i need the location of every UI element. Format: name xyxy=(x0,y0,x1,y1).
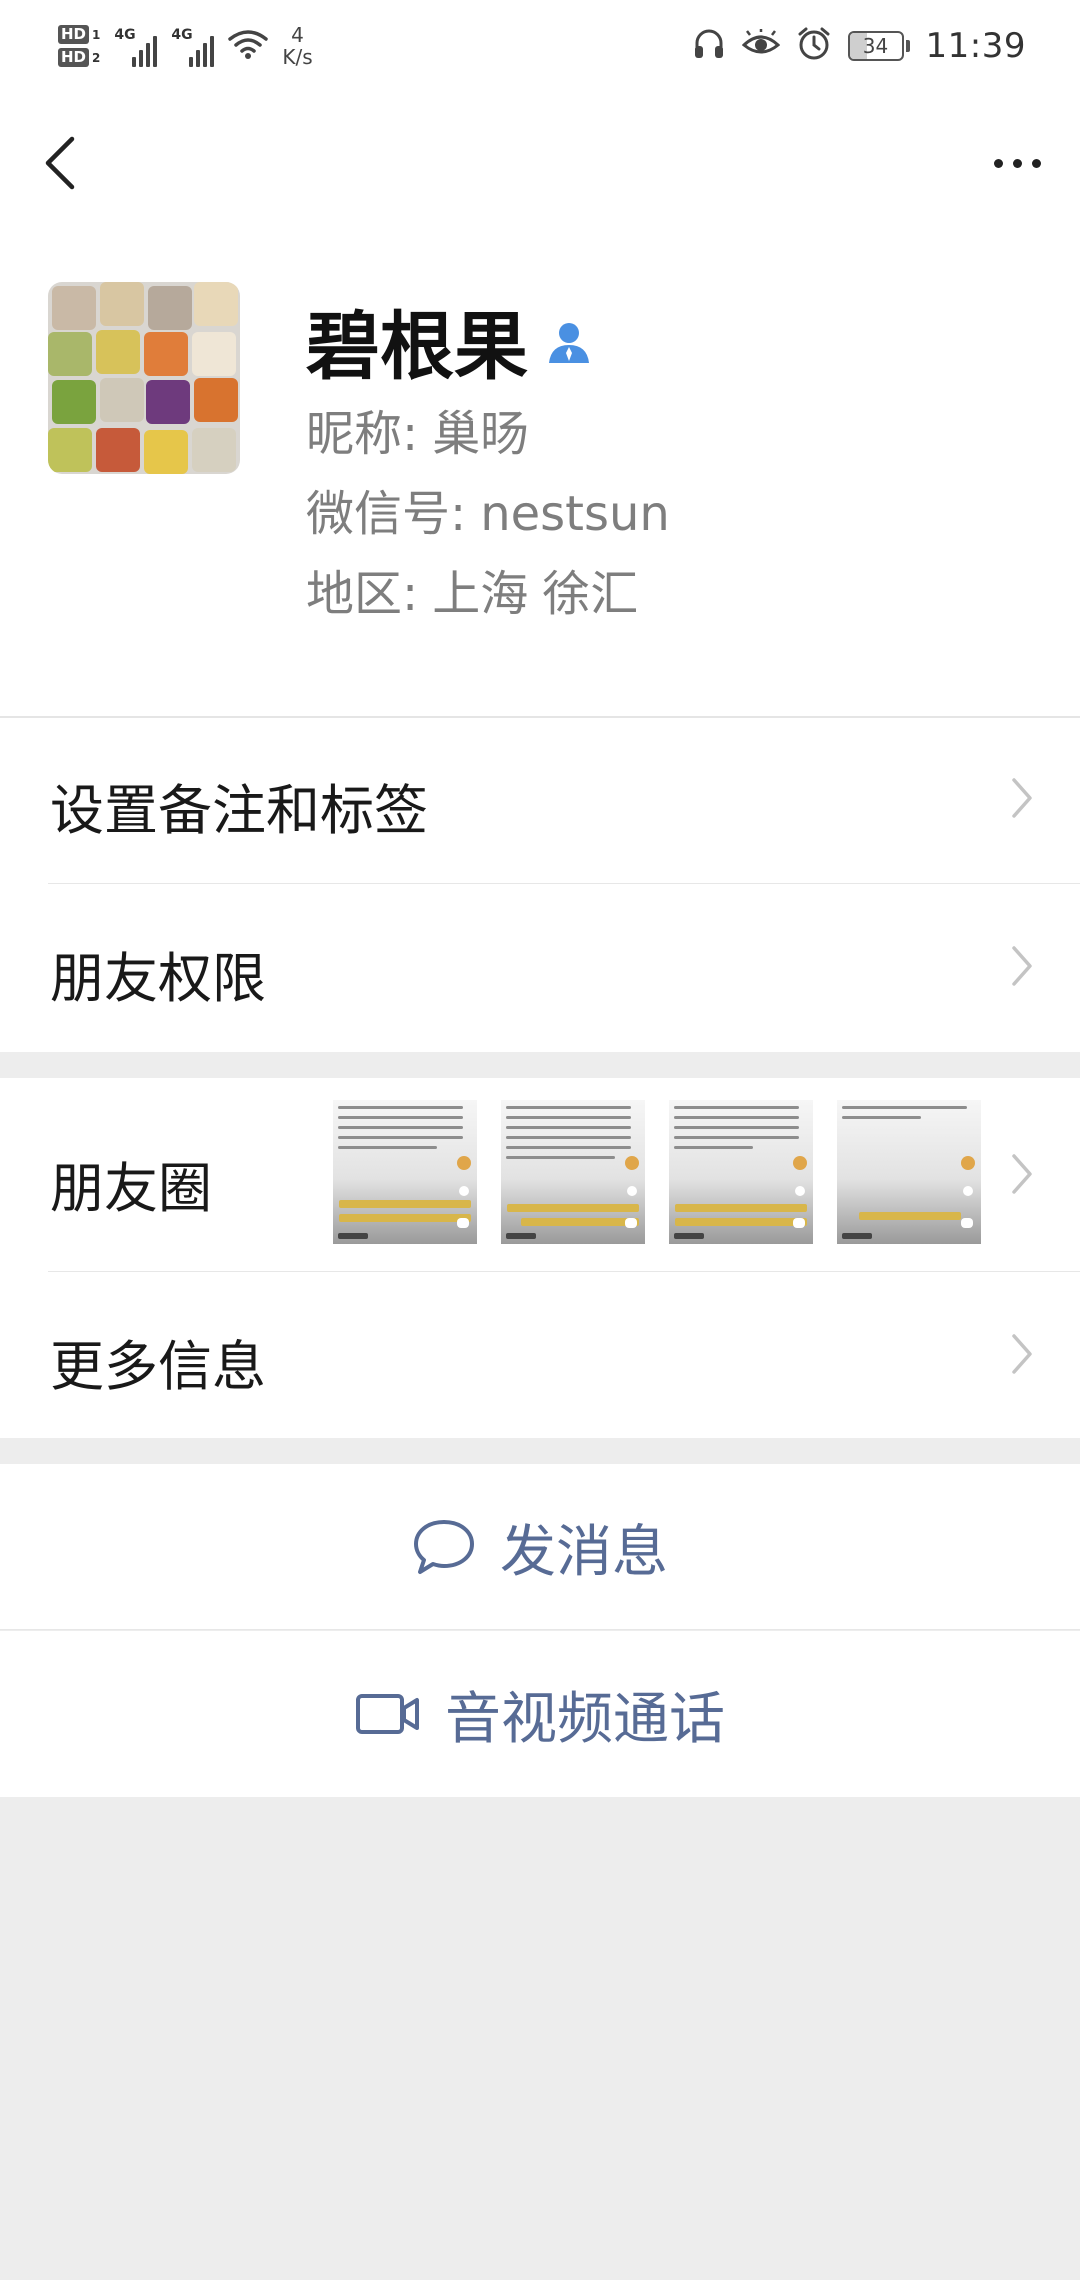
region-line: 地区: 上海 徐汇 xyxy=(306,554,638,624)
chevron-right-icon xyxy=(1012,946,1032,986)
status-bar: HD 1 HD 2 4G 4G 4 K/s 34 11:39 xyxy=(0,0,1080,92)
region-city: 徐汇 xyxy=(542,566,639,622)
profile-header: 碧根果 昵称: 巢旸 微信号: nestsun 地区: 上海 徐汇 xyxy=(0,232,1080,716)
moment-thumbnail[interactable] xyxy=(333,1100,477,1244)
send-message-label: 发消息 xyxy=(500,1519,668,1585)
battery-icon: 34 xyxy=(847,31,910,61)
wifi-icon xyxy=(228,28,269,64)
moment-thumbnail[interactable] xyxy=(501,1100,645,1244)
region-label: 地区: xyxy=(306,566,419,622)
nav-bar xyxy=(0,92,1080,232)
wechat-id-label: 微信号: xyxy=(306,486,467,542)
back-button[interactable] xyxy=(36,128,84,198)
moments-cell[interactable]: 朋友圈 xyxy=(0,1078,1080,1272)
status-time: 11:39 xyxy=(925,26,1026,66)
more-dot-icon xyxy=(993,158,1003,168)
signal2-icon: 4G xyxy=(171,25,215,67)
avatar[interactable] xyxy=(48,282,240,474)
alarm-icon xyxy=(796,26,832,66)
more-options-button[interactable] xyxy=(982,138,1052,188)
more-info-label: 更多信息 xyxy=(50,1335,266,1398)
chevron-right-icon xyxy=(1012,1334,1032,1374)
contact-profile-page: HD 1 HD 2 4G 4G 4 K/s 34 11:39 碧根果 昵称: 巢… xyxy=(0,0,1080,2280)
chat-bubble-icon xyxy=(414,1520,474,1574)
hd2-indicator: HD 2 xyxy=(58,48,100,67)
moments-thumbnails xyxy=(333,1100,981,1244)
chevron-right-icon xyxy=(1012,778,1032,818)
chevron-right-icon xyxy=(1012,1154,1032,1194)
video-camera-icon xyxy=(356,1694,419,1734)
status-bar-right: 34 11:39 xyxy=(676,0,1026,92)
moments-label: 朋友圈 xyxy=(50,1157,212,1220)
friend-permissions-label: 朋友权限 xyxy=(50,947,266,1010)
hd1-indicator: HD 1 xyxy=(58,25,100,44)
nickname-value: 巢旸 xyxy=(432,406,529,462)
name-row: 碧根果 xyxy=(306,287,592,394)
wechat-id-line: 微信号: nestsun xyxy=(306,474,670,544)
video-call-label: 音视频通话 xyxy=(445,1686,725,1752)
contact-name: 碧根果 xyxy=(306,304,528,390)
moment-thumbnail[interactable] xyxy=(669,1100,813,1244)
remark-tags-cell[interactable]: 设置备注和标签 xyxy=(0,716,1080,884)
more-dot-icon xyxy=(1012,158,1022,168)
more-dot-icon xyxy=(1031,158,1041,168)
signal1-icon: 4G xyxy=(114,25,158,67)
status-bar-left: HD 1 HD 2 4G 4G 4 K/s xyxy=(58,0,313,92)
headphones-icon xyxy=(692,27,726,65)
eye-icon xyxy=(741,28,780,63)
more-info-cell[interactable]: 更多信息 xyxy=(0,1272,1080,1438)
send-message-button[interactable]: 发消息 xyxy=(0,1464,1080,1630)
region-province: 上海 xyxy=(432,566,529,622)
remark-tags-label: 设置备注和标签 xyxy=(50,779,428,842)
nickname-label: 昵称: xyxy=(306,406,419,462)
friend-permissions-cell[interactable]: 朋友权限 xyxy=(0,884,1080,1052)
wechat-id-value: nestsun xyxy=(480,486,670,542)
hd-indicators: HD 1 HD 2 xyxy=(58,25,100,67)
moment-thumbnail[interactable] xyxy=(837,1100,981,1244)
nickname-line: 昵称: 巢旸 xyxy=(306,394,528,464)
network-speed: 4 K/s xyxy=(282,23,313,69)
verified-person-icon xyxy=(546,319,592,369)
video-call-button[interactable]: 音视频通话 xyxy=(0,1631,1080,1797)
back-arrow-icon xyxy=(45,136,75,190)
